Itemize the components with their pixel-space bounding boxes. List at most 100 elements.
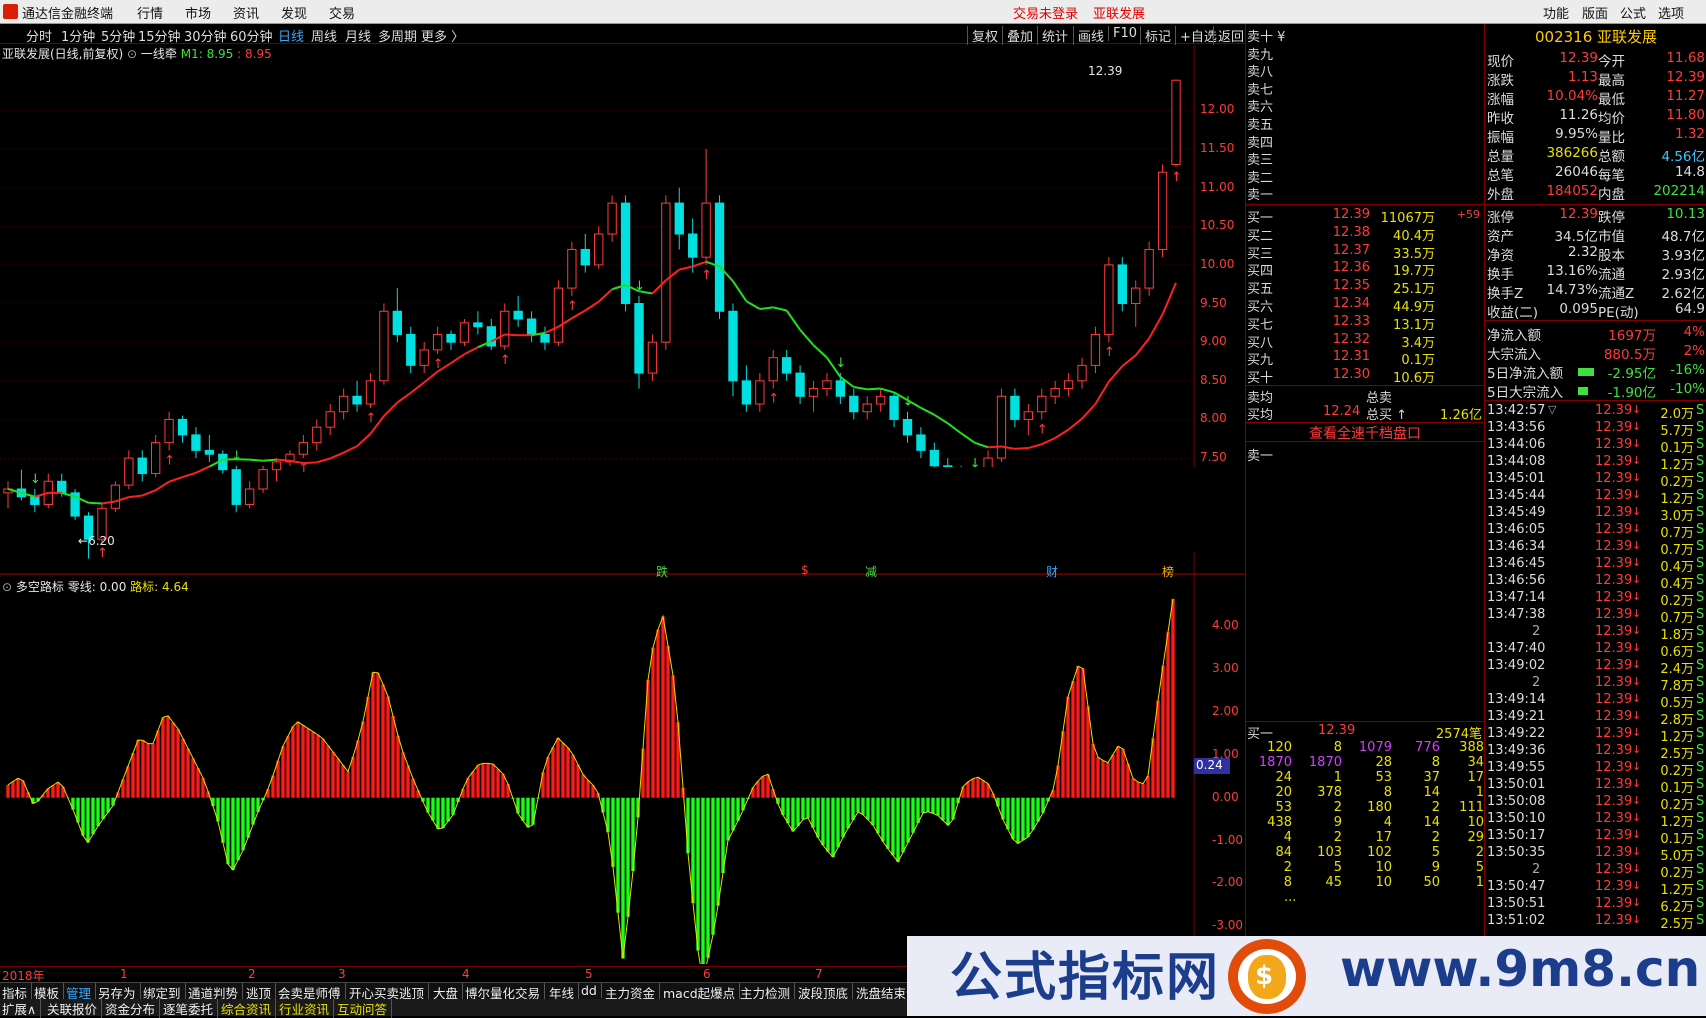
buy-arrow-icon: ↑	[97, 546, 108, 561]
status-tab[interactable]: 逐笔委托	[163, 999, 218, 1018]
status-tab[interactable]: 行业资讯	[279, 999, 334, 1018]
period-1min[interactable]: 1分钟	[61, 26, 95, 45]
menu-discover[interactable]: 发现	[281, 3, 307, 22]
ma-segment	[1109, 366, 1122, 381]
tool-back[interactable]: 返回	[1213, 26, 1244, 45]
buy-arrow-icon: ↑	[164, 453, 175, 468]
candle-body	[366, 381, 374, 404]
tool-stats[interactable]: 统计	[1037, 26, 1068, 45]
tick-time: 13:50:35	[1487, 845, 1545, 860]
status-tab[interactable]: 关联报价	[47, 999, 102, 1018]
price-axis-tick: 11.00	[1200, 180, 1234, 194]
queue-order-size: 103	[1300, 845, 1342, 860]
event-marker[interactable]: 减	[865, 563, 877, 580]
tick-side: S	[1696, 539, 1704, 554]
tool-adjust[interactable]: 复权	[967, 26, 998, 45]
tick-arrow-icon: ↓	[1632, 879, 1641, 892]
queue-order-size: 20	[1250, 785, 1292, 800]
collapse-icon[interactable]: ⊙	[127, 47, 137, 61]
status-tab[interactable]: 综合资讯	[221, 999, 276, 1018]
tick-price: 12.39	[1595, 692, 1632, 707]
queue-order-size: 53	[1350, 770, 1392, 785]
indicator-name[interactable]: 一线牵	[141, 47, 177, 61]
event-marker[interactable]: 财	[1046, 563, 1058, 580]
period-60min[interactable]: 60分钟	[230, 26, 273, 45]
quote-label: 换手	[1487, 263, 1514, 283]
tick-price: 12.39	[1595, 811, 1632, 826]
ma-segment	[263, 460, 276, 461]
tick-time: 2	[1532, 862, 1540, 877]
period-5min[interactable]: 5分钟	[101, 26, 135, 45]
candle-body	[31, 497, 39, 505]
quote-value: 2.93亿	[1650, 263, 1705, 283]
candle-body	[1078, 365, 1086, 380]
event-marker[interactable]: 榜	[1162, 563, 1174, 580]
status-tab[interactable]: 互动问答	[337, 999, 392, 1018]
quote-value: 34.5亿	[1538, 225, 1598, 245]
tool-mark[interactable]: 标记	[1140, 26, 1171, 45]
tick-side: S	[1696, 573, 1704, 588]
period-daily[interactable]: 日线	[278, 26, 304, 45]
buy-level-price: 12.34	[1318, 296, 1370, 311]
status-tab[interactable]: 扩展∧	[2, 999, 41, 1018]
period-monthly[interactable]: 月线	[345, 26, 371, 45]
collapse-icon[interactable]: ⊙	[2, 580, 12, 594]
menu-trade[interactable]: 交易	[329, 3, 355, 22]
price-axis-tick: 10.00	[1200, 257, 1234, 271]
buy-avg-label: 买均	[1247, 404, 1273, 423]
menu-function[interactable]: 功能	[1543, 3, 1569, 22]
period-weekly[interactable]: 周线	[311, 26, 337, 45]
quote-label: 流通	[1598, 263, 1625, 283]
tick-arrow-icon: ↓	[1632, 913, 1641, 926]
queue-more[interactable]: ...	[1284, 890, 1296, 905]
flow-percent: -10%	[1660, 381, 1705, 397]
period-30min[interactable]: 30分钟	[184, 26, 227, 45]
ma-segment	[384, 402, 397, 416]
period-timeshare[interactable]: 分时	[26, 26, 52, 45]
candle-body	[876, 396, 884, 404]
menu-layout[interactable]: 版面	[1582, 3, 1608, 22]
buy-level-label: 买一	[1247, 207, 1273, 226]
sub-chart-legend: ⊙ 多空路标 零线: 0.00 路标: 4.64	[2, 578, 189, 595]
candle-body	[796, 373, 804, 396]
tick-arrow-icon: ↓	[1632, 692, 1641, 705]
period-multi[interactable]: 多周期	[378, 26, 417, 45]
candle-body	[648, 342, 656, 373]
queue-order-size: 2	[1300, 830, 1342, 845]
ma-segment	[451, 354, 464, 363]
quote-value: 202214	[1650, 183, 1705, 199]
queue-order-size: 2	[1442, 845, 1484, 860]
period-15min[interactable]: 15分钟	[138, 26, 181, 45]
tick-side: S	[1696, 454, 1704, 469]
status-tab[interactable]: 资金分布	[105, 999, 160, 1018]
view-all-depth-link[interactable]: 查看全速千档盘口	[1246, 423, 1484, 443]
indicator-tab[interactable]: dd	[581, 983, 602, 998]
ma-segment	[169, 477, 182, 482]
menu-market[interactable]: 市场	[185, 3, 211, 22]
event-marker[interactable]: 跌	[656, 563, 668, 580]
menu-formula[interactable]: 公式	[1620, 3, 1646, 22]
queue-order-size: 102	[1350, 845, 1392, 860]
tool-f10[interactable]: F10	[1108, 26, 1137, 41]
menu-news[interactable]: 资讯	[233, 3, 259, 22]
ma-segment	[1055, 430, 1068, 439]
quote-value: 11.26	[1538, 107, 1598, 123]
menu-options[interactable]: 选项	[1658, 3, 1684, 22]
queue-order-size: 8	[1300, 740, 1342, 755]
buy-level-label: 买六	[1247, 296, 1273, 315]
tick-arrow-icon: ↓	[1632, 726, 1641, 739]
sell1-label: 卖一	[1247, 445, 1273, 464]
trade-login-status[interactable]: 交易未登录	[1013, 3, 1078, 22]
sell-level-label: 卖八	[1247, 61, 1273, 80]
watermark-url: www.9m8.cn	[1340, 940, 1700, 998]
tick-arrow-icon: ↓	[1632, 845, 1641, 858]
tool-overlay[interactable]: 叠加	[1002, 26, 1033, 45]
tool-draw[interactable]: 画线	[1073, 26, 1104, 45]
tool-add-watchlist[interactable]: +自选	[1175, 26, 1217, 45]
period-more[interactable]: 更多 〉	[421, 26, 464, 45]
sub-indicator-name[interactable]: 多空路标	[16, 580, 64, 594]
event-marker[interactable]: $	[801, 563, 809, 577]
tick-side: S	[1696, 658, 1704, 673]
tick-time: 13:49:22	[1487, 726, 1545, 741]
menu-market-quotes[interactable]: 行情	[137, 3, 163, 22]
